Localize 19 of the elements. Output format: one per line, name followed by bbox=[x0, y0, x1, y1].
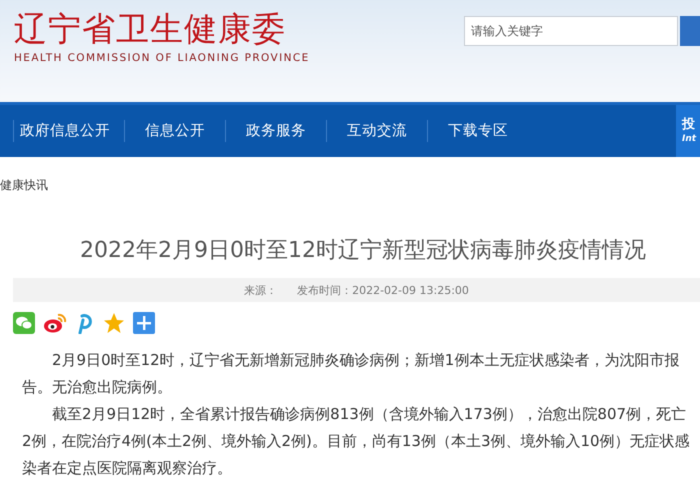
nav-item[interactable]: 互动交流 bbox=[326, 120, 427, 142]
weibo-icon[interactable] bbox=[43, 312, 67, 334]
nav-item[interactable]: 政府信息公开 bbox=[13, 120, 124, 142]
article-paragraph: 2月9日0时至12时，辽宁省无新增新冠肺炎确诊病例；新增1例本土无症状感染者，为沈阳市报告。无治愈出院病例。 bbox=[22, 350, 680, 398]
article-title: 2022年2月9日0时至12时辽宁新型冠状病毒肺炎疫情情况 bbox=[79, 237, 647, 265]
nav-item[interactable]: 下载专区 bbox=[427, 120, 528, 142]
nav-item[interactable]: 政务服务 bbox=[225, 120, 326, 142]
search-field[interactable]: 请输入关键字 bbox=[464, 16, 678, 46]
wechat-icon[interactable] bbox=[13, 312, 35, 334]
source-label: 来源： bbox=[244, 282, 278, 298]
breadcrumb-link[interactable]: 健康快讯 bbox=[0, 177, 700, 194]
article-paragraph: 截至2月9日12时，全省累计报告确诊病例813例（含境外输入173例），治愈出院807例，死亡2例，在院治疗4例(本土2例、境外输入2例)。目前，尚有13例（本土3例、境外输入10例）无症状感染者在定点医院隔离观察治疗。 bbox=[22, 404, 691, 479]
logo-title: 辽宁省卫生健康委 bbox=[14, 10, 287, 48]
logo-subtitle: HEALTH COMMISSION OF LIAONING PROVINCE bbox=[14, 52, 310, 64]
plus-icon[interactable] bbox=[133, 312, 155, 334]
corner-tab[interactable]: 投 Int bbox=[676, 105, 700, 157]
star-icon[interactable] bbox=[103, 312, 125, 334]
publish-time: 发布时间：2022-02-09 13:25:00 bbox=[297, 282, 469, 298]
nav-item[interactable]: 信息公开 bbox=[124, 120, 225, 142]
